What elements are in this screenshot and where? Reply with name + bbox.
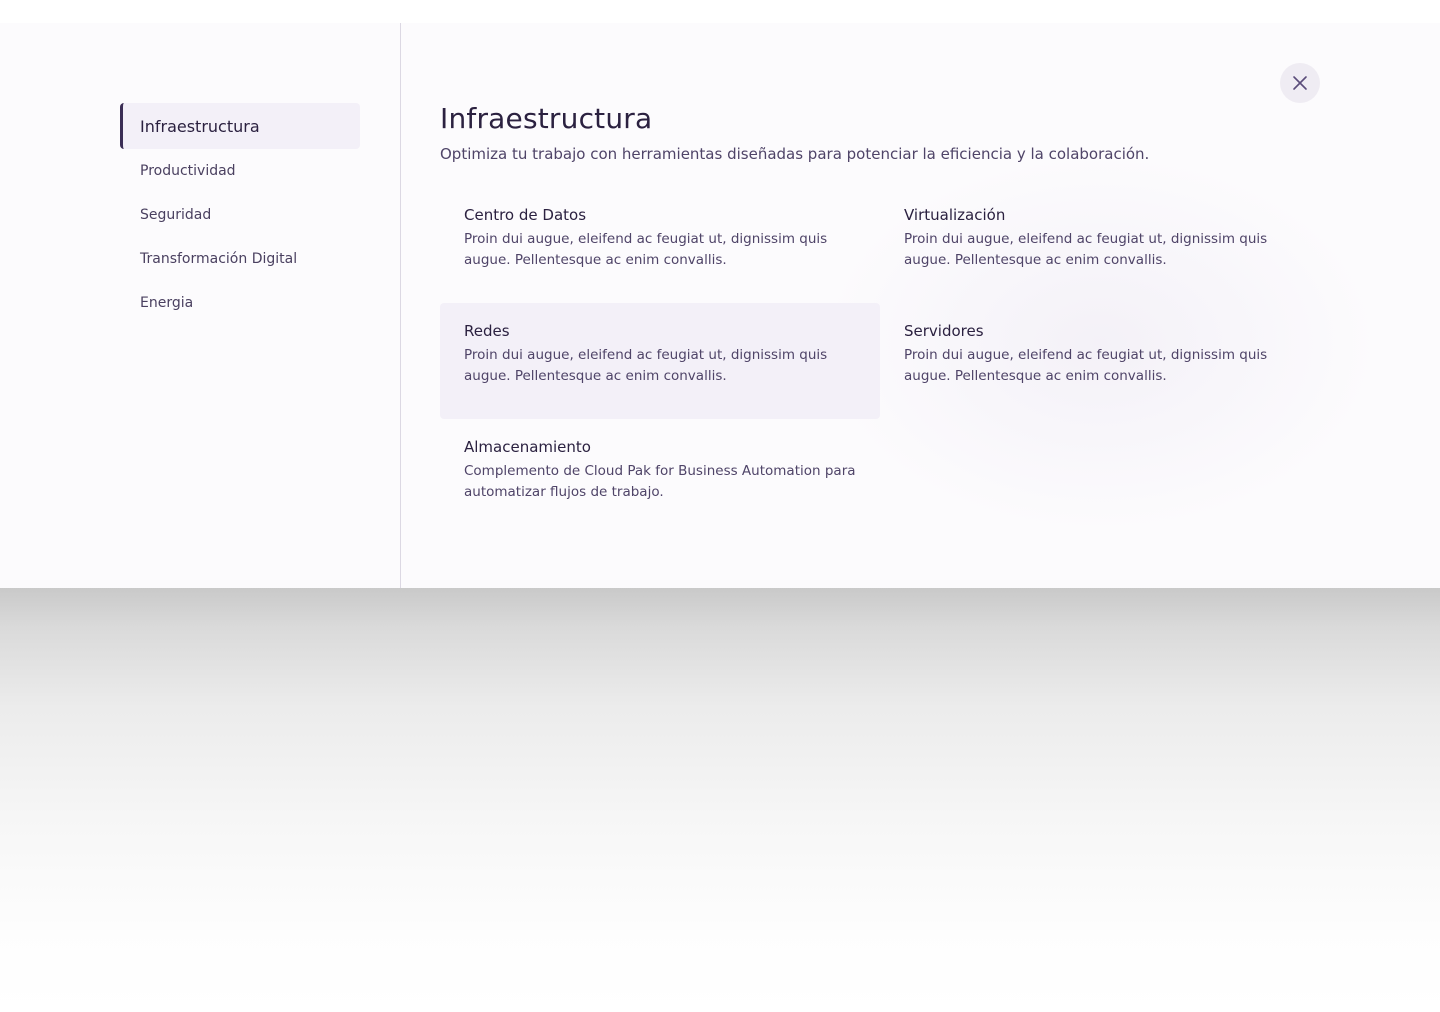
sidebar-item-label: Seguridad [140, 207, 212, 223]
card-description: Proin dui augue, eleifend ac feugiat ut,… [464, 347, 828, 384]
card-virtualizacion[interactable]: Virtualización Proin dui augue, eleifend… [880, 187, 1320, 303]
sidebar-item-label: Energia [140, 295, 194, 311]
backdrop-shadow [0, 588, 1440, 1012]
card-description: Proin dui augue, eleifend ac feugiat ut,… [904, 231, 1268, 268]
card-title: Servidores [904, 322, 984, 340]
mega-menu-panel: Infraestructura Productividad Seguridad … [0, 23, 1440, 588]
sidebar-item-label: Productividad [140, 163, 236, 179]
sidebar-item-label: Transformación Digital [140, 251, 298, 267]
card-almacenamiento[interactable]: Almacenamiento Complemento de Cloud Pak … [440, 419, 880, 535]
top-strip [0, 0, 1440, 23]
card-centro-de-datos[interactable]: Centro de Datos Proin dui augue, eleifen… [440, 187, 880, 303]
sidebar-item-seguridad[interactable]: Seguridad [120, 193, 360, 237]
close-button[interactable] [1280, 63, 1320, 103]
card-redes[interactable]: Redes Proin dui augue, eleifend ac feugi… [440, 303, 880, 419]
page-subtitle: Optimiza tu trabajo con herramientas dis… [440, 145, 1150, 163]
card-description: Proin dui augue, eleifend ac feugiat ut,… [904, 347, 1268, 384]
card-title: Almacenamiento [464, 438, 591, 456]
sidebar-item-transformacion-digital[interactable]: Transformación Digital [120, 237, 360, 281]
category-content: Infraestructura Optimiza tu trabajo con … [401, 23, 1440, 588]
card-title: Centro de Datos [464, 206, 587, 224]
card-servidores[interactable]: Servidores Proin dui augue, eleifend ac … [880, 303, 1320, 419]
close-icon [1293, 76, 1307, 90]
sidebar-item-label: Infraestructura [140, 116, 260, 136]
sidebar-item-productividad[interactable]: Productividad [120, 149, 360, 193]
sidebar-item-infraestructura[interactable]: Infraestructura [120, 103, 360, 149]
page-title: Infraestructura [440, 102, 653, 135]
category-sidebar: Infraestructura Productividad Seguridad … [0, 23, 401, 588]
card-title: Virtualización [904, 206, 1006, 224]
product-grid: Centro de Datos Proin dui augue, eleifen… [440, 187, 1320, 535]
card-title: Redes [464, 322, 510, 340]
card-description: Complemento de Cloud Pak for Business Au… [464, 463, 856, 500]
card-description: Proin dui augue, eleifend ac feugiat ut,… [464, 231, 828, 268]
sidebar-item-energia[interactable]: Energia [120, 281, 360, 325]
